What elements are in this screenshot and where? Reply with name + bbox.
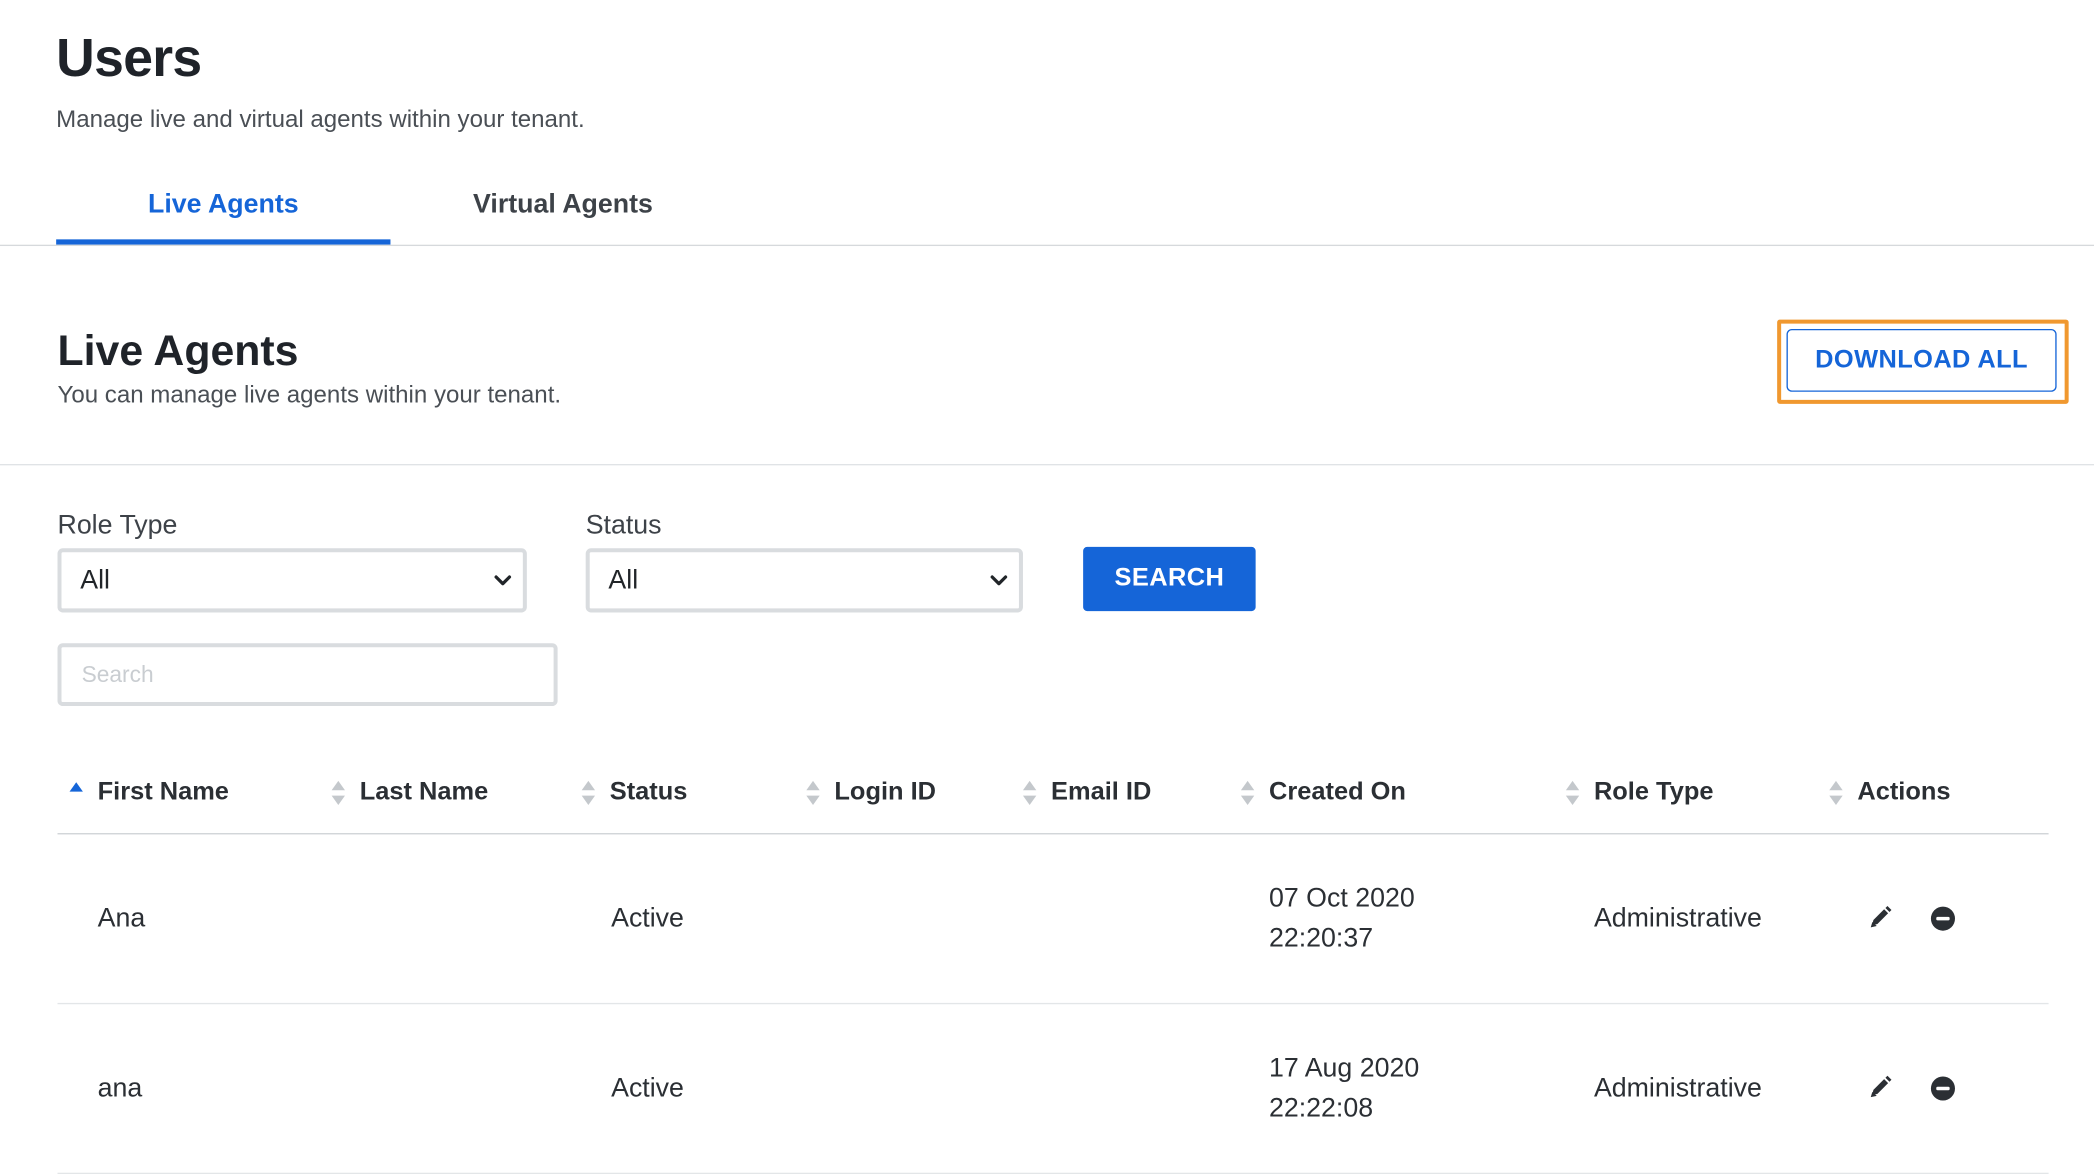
download-all-highlight: DOWNLOAD ALL: [1777, 319, 2069, 404]
sort-icon: [1240, 780, 1255, 805]
status-label: Status: [585, 510, 662, 541]
column-header-created-on[interactable]: Created On: [1240, 778, 1406, 807]
sort-icon: [806, 780, 820, 805]
users-page: Users Manage live and virtual agents wit…: [0, 0, 2094, 1174]
search-input[interactable]: [57, 643, 558, 707]
cell-status: Active: [611, 1073, 684, 1104]
cell-status: Active: [611, 903, 684, 934]
cell-role-type: Administrative: [1593, 1073, 1762, 1104]
table-row: Ana Active 07 Oct 2020 22:20:37 Administ…: [0, 834, 2094, 1002]
chevron-down-icon: [494, 575, 512, 586]
tabs-divider: [0, 244, 2094, 247]
sort-icon: [1565, 780, 1580, 805]
column-header-login-id[interactable]: Login ID: [805, 778, 936, 807]
column-header-first-name[interactable]: First Name: [68, 778, 229, 807]
cell-role-type: Administrative: [1593, 903, 1762, 934]
created-date: 17 Aug 2020: [1269, 1053, 1420, 1084]
status-select[interactable]: All: [585, 548, 1023, 613]
sort-ascending-icon: [69, 782, 83, 792]
sort-icon: [581, 780, 596, 805]
download-all-button[interactable]: DOWNLOAD ALL: [1786, 328, 2057, 392]
tab-virtual-agents[interactable]: Virtual Agents: [396, 190, 730, 221]
section-subtitle: You can manage live agents within your t…: [57, 381, 562, 408]
section-divider: [0, 464, 2094, 466]
chevron-down-icon: [990, 575, 1008, 586]
sort-icon: [331, 780, 345, 805]
created-time: 22:20:37: [1269, 924, 1374, 954]
page-title: Users: [56, 29, 202, 89]
pencil-icon[interactable]: [1867, 1074, 1894, 1101]
page-subtitle: Manage live and virtual agents within yo…: [56, 105, 585, 133]
role-type-select[interactable]: All: [57, 548, 527, 613]
cell-first-name: ana: [97, 1073, 143, 1104]
created-time: 22:22:08: [1269, 1093, 1374, 1124]
role-type-value: All: [80, 564, 110, 595]
sort-icon: [1829, 780, 1843, 805]
table-row: ana Active 17 Aug 2020 22:22:08 Administ…: [0, 1004, 2094, 1172]
minus-circle-icon[interactable]: [1930, 1075, 1957, 1102]
minus-circle-icon[interactable]: [1930, 905, 1957, 932]
search-button[interactable]: SEARCH: [1083, 546, 1256, 612]
column-header-actions[interactable]: Actions: [1828, 778, 1951, 807]
status-value: All: [608, 564, 639, 595]
pencil-icon[interactable]: [1867, 904, 1894, 931]
column-header-last-name[interactable]: Last Name: [330, 778, 488, 807]
tab-live-agents[interactable]: Live Agents: [56, 190, 390, 221]
column-header-status[interactable]: Status: [580, 778, 687, 807]
column-header-role-type[interactable]: Role Type: [1565, 778, 1713, 807]
cell-first-name: Ana: [97, 903, 146, 934]
sort-icon: [1022, 780, 1037, 805]
section-title: Live Agents: [57, 326, 299, 375]
cell-created-on: 17 Aug 2020 22:22:08: [1269, 1048, 1419, 1128]
cell-created-on: 07 Oct 2020 22:20:37: [1269, 879, 1415, 959]
role-type-label: Role Type: [57, 510, 178, 541]
column-header-email-id[interactable]: Email ID: [1022, 778, 1151, 807]
created-date: 07 Oct 2020: [1269, 883, 1415, 914]
